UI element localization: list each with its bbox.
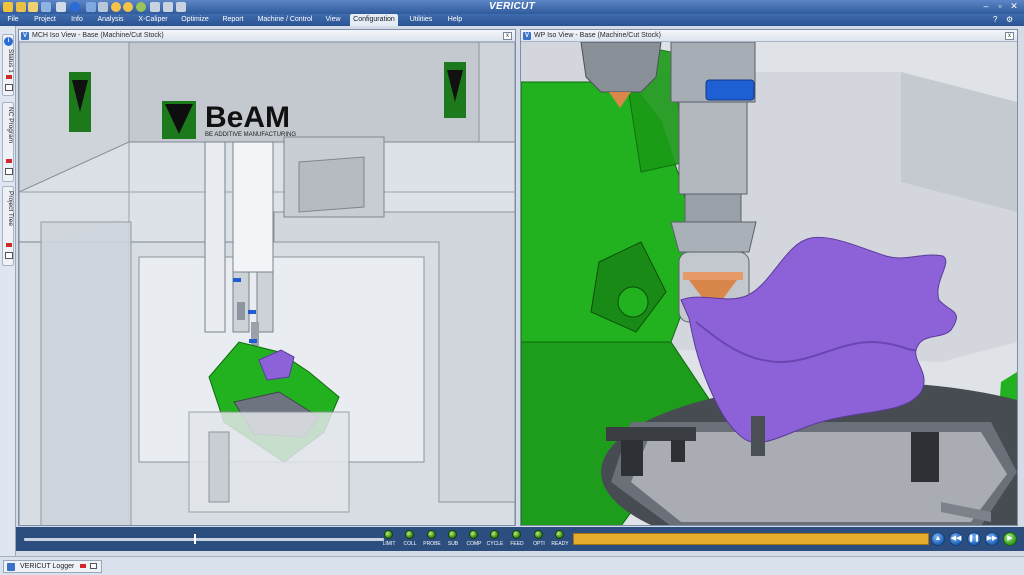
logger-tab-label: VERICUT Logger <box>20 563 75 570</box>
menu-file[interactable]: File <box>4 14 22 26</box>
pin-icon[interactable] <box>80 564 87 569</box>
step-back-button[interactable]: ◀◀ <box>949 532 963 546</box>
info-icon: i <box>4 37 13 46</box>
beam-logo-text: BeAM <box>205 101 290 134</box>
menu-view[interactable]: View <box>322 14 344 26</box>
minimize-button[interactable]: – <box>980 1 992 12</box>
progress-bar <box>573 533 929 545</box>
settings-icon[interactable]: ⚙ <box>1006 15 1013 24</box>
menu-analysis[interactable]: Analysis <box>93 14 128 26</box>
menu-configuration[interactable]: Configuration <box>350 14 398 26</box>
pin-icon[interactable] <box>6 75 12 79</box>
menu-machine-control[interactable]: Machine / Control <box>254 14 316 26</box>
float-icon[interactable] <box>5 252 13 259</box>
view-icon: V <box>523 32 531 40</box>
menu-help[interactable]: Help <box>444 14 466 26</box>
dock-tab-nc-program[interactable]: NC Program <box>2 102 14 182</box>
viewport-header: V MCH Iso View - Base (Machine/Cut Stock… <box>19 30 515 42</box>
workpiece-scene-graphic <box>521 42 1017 525</box>
viewport-title: MCH Iso View - Base (Machine/Cut Stock) <box>32 32 164 39</box>
menu-info[interactable]: Info <box>66 14 88 26</box>
close-view-button[interactable]: x <box>503 32 512 40</box>
menu-utilities[interactable]: Utilities <box>406 14 436 26</box>
float-icon[interactable] <box>5 168 13 175</box>
float-icon[interactable] <box>90 563 98 570</box>
help-icon[interactable]: ? <box>993 15 997 24</box>
wp-iso-viewport[interactable]: V WP Iso View - Base (Machine/Cut Stock)… <box>520 29 1018 526</box>
menu-optimize[interactable]: Optimize <box>179 14 211 26</box>
step-forward-button[interactable]: ▶▶ <box>985 532 999 546</box>
rewind-to-start-button[interactable]: ▲ <box>931 532 945 546</box>
machine-scene[interactable]: BeAM BE ADDITIVE MANUFACTURING <box>19 42 515 525</box>
pin-icon[interactable] <box>6 243 12 247</box>
menu-report[interactable]: Report <box>220 14 246 26</box>
menu-bar: File Project Info Analysis X-Caliper Opt… <box>0 14 1024 26</box>
close-view-button[interactable]: x <box>1005 32 1014 40</box>
float-icon[interactable] <box>5 84 13 91</box>
maximize-button[interactable]: ▫ <box>994 1 1006 12</box>
viewport-header: V WP Iso View - Base (Machine/Cut Stock)… <box>521 30 1017 42</box>
left-dock: i Status 1 NC Program Project Tree <box>0 26 16 556</box>
logger-icon <box>7 563 15 571</box>
menu-x-caliper[interactable]: X-Caliper <box>136 14 170 26</box>
animation-speed-slider[interactable] <box>24 538 384 541</box>
view-icon: V <box>21 32 29 40</box>
app-title: VERICUT <box>489 1 535 12</box>
animation-speed-slider-thumb[interactable] <box>194 534 196 544</box>
dock-tab-project-tree[interactable]: Project Tree <box>2 186 14 266</box>
dock-tab-status-label: Status 1 <box>7 49 14 73</box>
logger-tab[interactable]: VERICUT Logger <box>3 560 103 573</box>
pause-button[interactable]: ❚❚ <box>967 532 981 546</box>
dock-tab-status[interactable]: i Status 1 <box>2 34 14 96</box>
pin-icon[interactable] <box>6 159 12 163</box>
machine-scene-graphic: BeAM BE ADDITIVE MANUFACTURING <box>19 42 515 525</box>
simulation-control-bar: LIMIT COLL PROBE SUB COMP CYCLE FEED OPT… <box>16 527 1024 551</box>
viewport-title: WP Iso View - Base (Machine/Cut Stock) <box>534 32 661 39</box>
status-bar: VERICUT Logger <box>0 556 1024 575</box>
workpiece-scene[interactable] <box>521 42 1017 525</box>
beam-logo-tagline: BE ADDITIVE MANUFACTURING <box>205 132 296 138</box>
menu-project[interactable]: Project <box>30 14 60 26</box>
dock-tab-project-tree-label: Project Tree <box>7 191 14 227</box>
title-bar: VERICUT – ▫ ✕ <box>0 0 1024 14</box>
indicator-ready: READY <box>549 529 571 549</box>
dock-tab-nc-program-label: NC Program <box>7 107 14 144</box>
close-button[interactable]: ✕ <box>1008 1 1020 12</box>
mch-iso-viewport[interactable]: V MCH Iso View - Base (Machine/Cut Stock… <box>18 29 516 526</box>
play-button[interactable]: ▶ <box>1003 532 1017 546</box>
